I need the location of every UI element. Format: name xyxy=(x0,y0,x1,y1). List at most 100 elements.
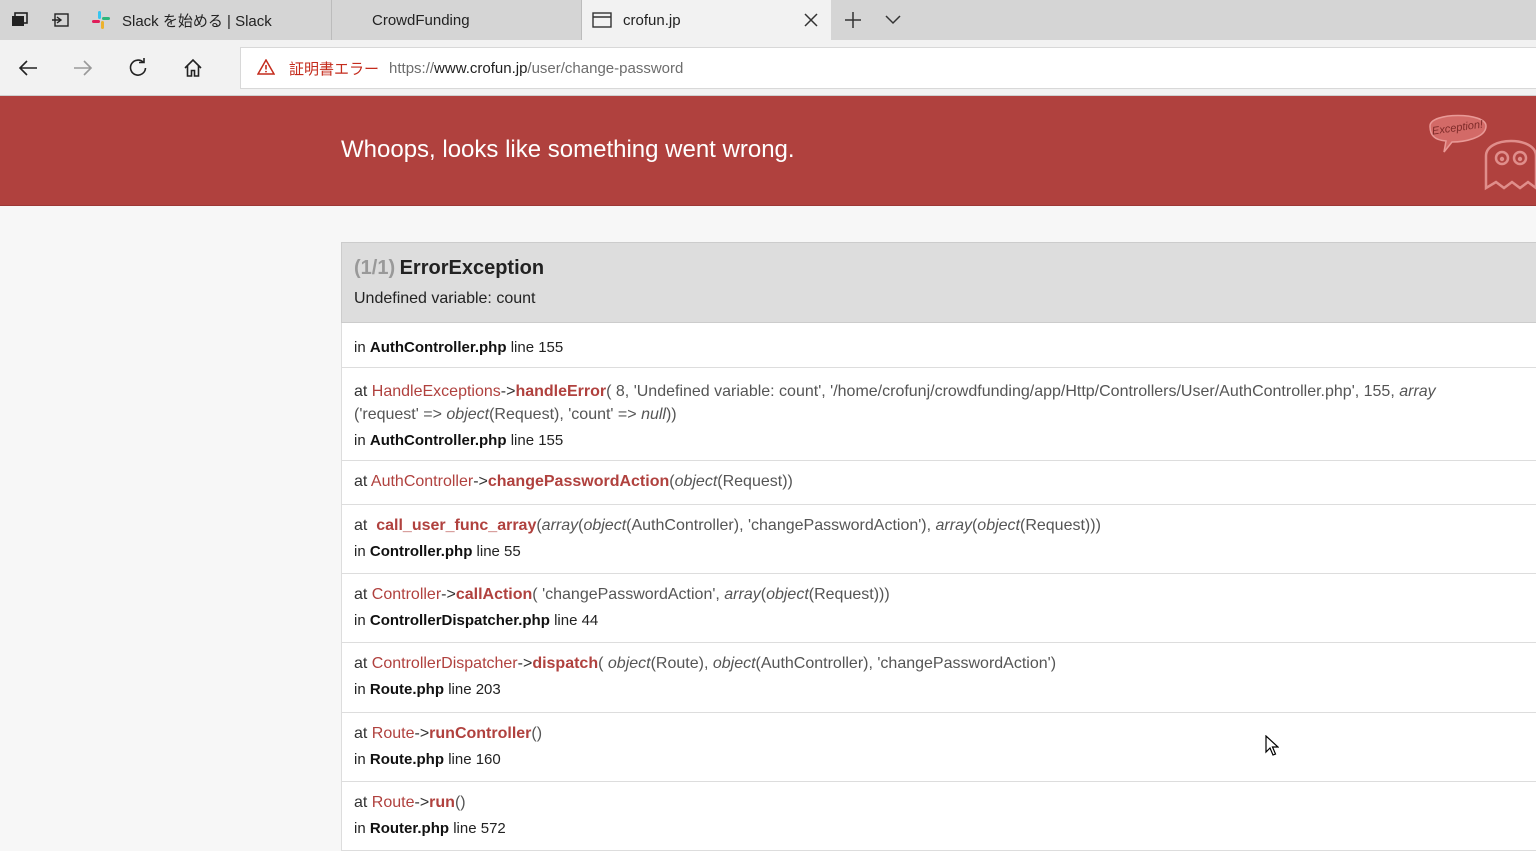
frame-args: ( xyxy=(598,655,608,672)
url-scheme: https:// xyxy=(389,59,435,77)
frame-class[interactable]: HandleExceptions xyxy=(372,383,501,400)
frame-class[interactable]: ControllerDispatcher xyxy=(372,655,518,672)
at-word: at xyxy=(354,473,368,490)
tab-label: CrowdFunding xyxy=(372,11,470,29)
at-word: at xyxy=(354,517,377,534)
trace-frame: at Route->run() in Router.php line 572 xyxy=(341,782,1536,851)
at-word: at xyxy=(354,725,368,742)
frame-function[interactable]: dispatch xyxy=(532,655,598,672)
close-icon xyxy=(804,13,818,27)
forward-button[interactable] xyxy=(63,48,103,88)
frame-function[interactable]: run xyxy=(429,794,455,811)
url-host: www.crofun.jp xyxy=(434,59,528,77)
frame-args: () xyxy=(531,725,543,742)
exception-message: Undefined variable: count xyxy=(354,290,536,307)
frame-args: (Route), xyxy=(650,655,713,672)
tab-slack[interactable]: Slack を始める | Slack xyxy=(81,0,332,40)
exception-summary: (1/1) ErrorException Undefined variable:… xyxy=(341,242,1536,323)
page-title: Whoops, looks like something went wrong. xyxy=(341,136,795,163)
url-path: /user/change-password xyxy=(527,59,684,77)
tab-crowdfunding[interactable]: CrowdFunding xyxy=(332,0,582,40)
tab-bar: Slack を始める | Slack CrowdFunding crofun.j… xyxy=(0,0,1536,40)
refresh-icon xyxy=(129,58,147,76)
slack-icon xyxy=(92,11,110,29)
in-word: in xyxy=(354,681,366,698)
arrow: -> xyxy=(414,725,430,742)
frame-class[interactable]: Route xyxy=(372,725,415,742)
arrow: -> xyxy=(473,473,488,490)
frame-function[interactable]: runController xyxy=(429,725,531,742)
new-tab-button[interactable] xyxy=(833,0,873,40)
exception-count: (1/1) xyxy=(354,257,396,279)
trace-frame: at ControllerDispatcher->dispatch( objec… xyxy=(341,643,1536,713)
frame-class[interactable]: Route xyxy=(372,794,415,811)
trace-frame: at Route->runController() in Route.php l… xyxy=(341,713,1536,782)
back-button[interactable] xyxy=(8,48,48,88)
file-name: AuthController.php xyxy=(369,339,507,356)
line-number: line 155 xyxy=(510,432,564,449)
frame-args: ( 8, 'Undefined variable: count', '/home… xyxy=(606,383,1400,400)
arg-type: object xyxy=(712,655,756,672)
set-aside-tabs-button[interactable] xyxy=(40,0,80,40)
trace-frame: at call_user_func_array(array(object(Aut… xyxy=(341,505,1536,574)
frame-class[interactable]: Controller xyxy=(372,586,441,603)
frame-args: (Request))) xyxy=(808,586,890,603)
arrow-right-icon xyxy=(74,60,93,76)
file-name: Router.php xyxy=(369,820,450,837)
file-name: AuthController.php xyxy=(369,432,507,449)
arrow: -> xyxy=(441,586,456,603)
refresh-button[interactable] xyxy=(118,48,158,88)
in-word: in xyxy=(354,612,366,629)
frame-function[interactable]: changePasswordAction xyxy=(488,473,669,490)
exception-header: Whoops, looks like something went wrong. xyxy=(0,96,1536,206)
frame-args: (Request)) xyxy=(717,473,793,490)
line-number: line 160 xyxy=(448,751,501,768)
home-button[interactable] xyxy=(173,48,213,88)
at-word: at xyxy=(354,655,368,672)
arg-type: array xyxy=(935,517,972,534)
line-number: line 155 xyxy=(510,339,564,356)
set-aside-icon xyxy=(52,13,69,27)
in-word: in xyxy=(354,543,366,560)
file-name: ControllerDispatcher.php xyxy=(369,612,550,629)
file-name: Route.php xyxy=(369,681,445,698)
frame-args: (AuthController), 'changePasswordAction'… xyxy=(626,517,936,534)
in-word: in xyxy=(354,751,366,768)
line-number: line 203 xyxy=(448,681,501,698)
at-word: at xyxy=(354,794,368,811)
frame-function[interactable]: call_user_func_array xyxy=(376,517,536,534)
frame-args: () xyxy=(454,794,466,811)
arg-type: object xyxy=(977,517,1020,534)
arg-type: object xyxy=(446,406,490,423)
line-number: line 55 xyxy=(476,543,521,560)
file-name: Controller.php xyxy=(369,543,473,560)
arg-type: array xyxy=(1399,383,1436,400)
frame-class[interactable]: AuthController xyxy=(371,473,473,490)
frame-function[interactable]: callAction xyxy=(456,586,532,603)
frame-args: (AuthController), 'changePasswordAction'… xyxy=(755,655,1057,672)
trace-frame: at AuthController->changePasswordAction (… xyxy=(341,461,1536,505)
plus-icon xyxy=(845,12,861,28)
trace-location-row: in AuthController.php line 155 xyxy=(341,323,1536,368)
exception-panel: (1/1) ErrorException Undefined variable:… xyxy=(341,242,1536,851)
arrow: -> xyxy=(500,383,516,400)
frame-args: )) xyxy=(665,406,677,423)
at-word: at xyxy=(354,383,368,400)
home-icon xyxy=(184,58,202,77)
in-word: in xyxy=(354,339,366,356)
close-tab-button[interactable] xyxy=(801,10,821,30)
arg-type: array xyxy=(541,517,579,534)
arrow-left-icon xyxy=(18,60,37,76)
tab-preview-button[interactable] xyxy=(873,0,913,40)
at-word: at xyxy=(354,586,368,603)
line-number: line 44 xyxy=(554,612,599,629)
in-word: in xyxy=(354,432,366,449)
address-bar[interactable]: 証明書エラー https://www.crofun.jp/user/change… xyxy=(240,47,1536,89)
tab-actions-button[interactable] xyxy=(0,0,40,40)
frame-function[interactable]: handleError xyxy=(515,383,606,400)
arg-type: object xyxy=(766,586,809,603)
certificate-error-label[interactable]: 証明書エラー xyxy=(289,58,379,79)
arrow: -> xyxy=(414,794,430,811)
trace-frame: at Controller->callAction( 'changePasswo… xyxy=(341,574,1536,643)
tab-crofun[interactable]: crofun.jp xyxy=(582,0,831,40)
